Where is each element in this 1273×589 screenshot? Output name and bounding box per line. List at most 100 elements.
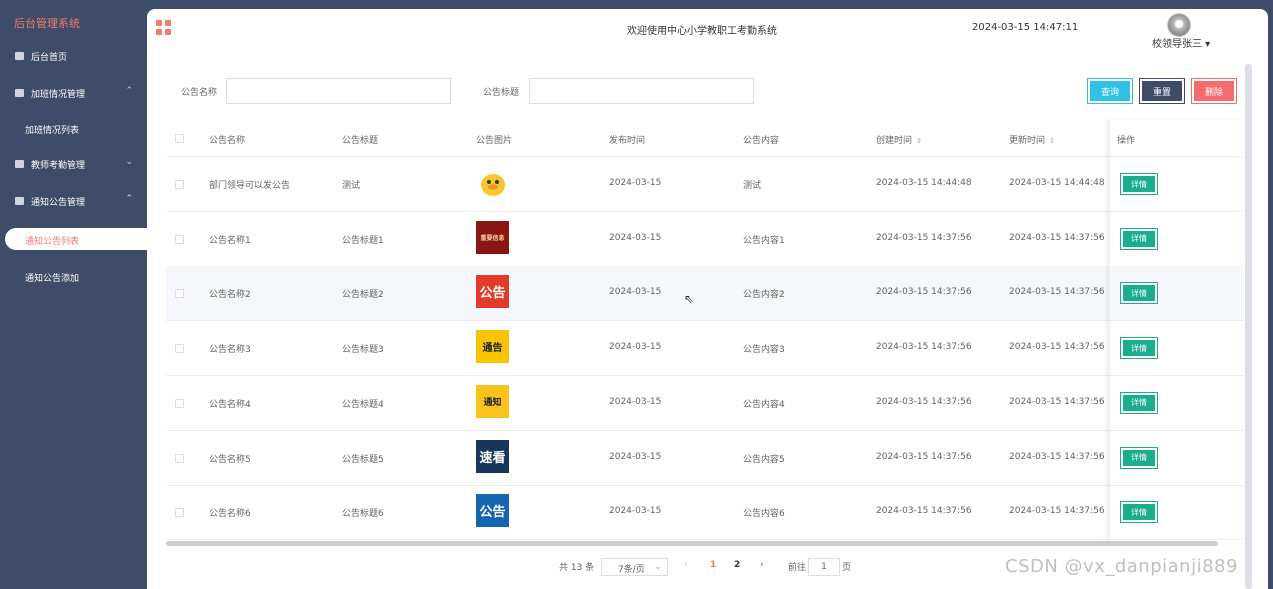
user-name: 校领导张三 (1152, 39, 1202, 50)
menu-item-overtime[interactable]: 加班情况管理 ⌃ (0, 83, 147, 103)
prev-page-icon[interactable]: ‹ (684, 560, 688, 570)
notice-thumbnail: 通告 (476, 330, 509, 364)
notice-thumbnail: 通知 (476, 384, 509, 418)
notice-thumbnail: 重要信息 (476, 220, 509, 254)
cell-title: 公告标题3 (342, 345, 384, 356)
cell-name: 公告名称1 (209, 235, 251, 246)
page-1[interactable]: 1 (710, 560, 716, 570)
reset-button[interactable]: 重置 (1139, 78, 1185, 104)
col-header-label: 更新时间 (1009, 136, 1046, 146)
notice-thumbnail: 速看 (476, 439, 509, 473)
sort-icon[interactable]: ⇳ (1049, 137, 1055, 145)
col-header-created[interactable]: 创建时间 ⇳ (876, 133, 922, 146)
caret-down-icon: ▾ (1202, 39, 1211, 50)
cell-content: 公告内容4 (743, 399, 785, 410)
menu-item-home[interactable]: 后台首页 (0, 46, 147, 66)
table-row: 公告名称1 公告标题1 2024-03-15 公告内容1 2024-03-15 14:3… (166, 212, 1244, 267)
thumbnail-text: 公告 (479, 286, 506, 302)
row-checkbox[interactable] (175, 234, 184, 244)
notice-thumbnail (476, 166, 509, 199)
cell-content: 测试 (743, 181, 762, 191)
watermark: CSDN @vx_danpianji889 (1005, 556, 1238, 577)
cell-created: 2024-03-15 14:44:48 (876, 178, 972, 188)
cell-title: 测试 (342, 181, 361, 191)
col-header-publish-time: 发布时间 (609, 136, 646, 146)
cell-updated: 2024-03-15 14:37:56 (1009, 287, 1105, 298)
row-checkbox[interactable] (175, 508, 184, 518)
actions-column-fixed (1109, 120, 1244, 543)
col-header-name: 公告名称 (209, 136, 246, 146)
checkbox-icon (15, 89, 24, 97)
cell-updated: 2024-03-15 14:44:48 (1009, 178, 1105, 188)
monitor-icon (15, 52, 24, 60)
page-size-select[interactable]: 7条/页 ⌄ (601, 558, 668, 576)
vertical-scrollbar[interactable] (1245, 64, 1252, 589)
table-row: 公告名称2 公告标题2 2024-03-15 公告内容2 2024-03-15 14:3… (166, 266, 1244, 322)
table-header: 公告名称 公告标题 公告图片 发布时间 公告内容 创建时间 ⇳ 更新时间 ⇳ 操作 (166, 120, 1244, 157)
filter-name-label: 公告名称 (181, 88, 218, 98)
notice-thumbnail: 公告 (476, 494, 509, 528)
chevron-down-icon: ⌄ (654, 562, 662, 572)
query-button[interactable]: 查询 (1087, 78, 1133, 104)
brand-title: 后台管理系统 (14, 17, 80, 30)
cell-content: 公告内容6 (743, 509, 785, 520)
submenu-overtime-list[interactable]: 加班情况列表 (25, 123, 79, 136)
filter-title-input[interactable] (529, 78, 754, 104)
cell-created: 2024-03-15 14:37:56 (876, 451, 972, 462)
row-checkbox[interactable] (175, 289, 184, 299)
cell-publish-time: 2024-03-15 (609, 232, 662, 243)
cell-created: 2024-03-15 14:37:56 (876, 287, 972, 298)
table-row: 公告名称6 公告标题6 2024-03-15 公告内容6 2024-03-15 14:3… (166, 485, 1244, 541)
cell-content: 公告内容3 (743, 345, 785, 356)
row-checkbox[interactable] (175, 398, 184, 408)
pagination-total: 共 13 条 (559, 563, 595, 573)
menu-item-label: 后台首页 (31, 52, 68, 63)
goto-page-input[interactable]: 1 (808, 558, 840, 576)
page-2[interactable]: 2 (734, 560, 740, 570)
submenu-notice-add[interactable]: 通知公告添加 (25, 271, 79, 284)
table-row: 公告名称3 公告标题3 2024-03-15 公告内容3 2024-03-15 14:3… (166, 321, 1244, 377)
thumbnail-text: 通知 (483, 397, 502, 408)
col-header-title: 公告标题 (342, 136, 379, 146)
cell-updated: 2024-03-15 14:37:56 (1009, 506, 1105, 517)
cell-name: 公告名称6 (209, 509, 251, 520)
select-all-checkbox[interactable] (175, 134, 184, 143)
goto-suffix: 页 (842, 563, 852, 573)
submenu-notice-list[interactable]: 通知公告列表 (25, 234, 79, 247)
checkbox-icon (15, 197, 24, 205)
filter-name-input[interactable] (226, 78, 451, 104)
goto-prefix: 前往 (788, 563, 807, 573)
sort-icon[interactable]: ⇳ (916, 137, 922, 145)
menu-item-label: 教师考勤管理 (31, 160, 86, 171)
next-page-icon[interactable]: › (760, 560, 764, 570)
horizontal-scrollbar[interactable] (166, 541, 1218, 546)
cell-title: 公告标题5 (342, 454, 384, 465)
cell-updated: 2024-03-15 14:37:56 (1009, 451, 1105, 462)
cell-publish-time: 2024-03-15 (609, 342, 662, 353)
menu-item-attendance[interactable]: 教师考勤管理 ⌄ (0, 154, 147, 174)
user-menu[interactable]: 校领导张三 ▾ (1152, 35, 1210, 50)
menu-item-notice[interactable]: 通知公告管理 ⌃ (0, 191, 147, 211)
notice-table: 公告名称 公告标题 公告图片 发布时间 公告内容 创建时间 ⇳ 更新时间 ⇳ 操作 … (166, 120, 1244, 543)
row-checkbox[interactable] (175, 180, 184, 189)
filter-title-label: 公告标题 (483, 88, 520, 98)
chevron-up-icon: ⌃ (125, 86, 133, 96)
cell-name: 公告名称5 (209, 454, 251, 465)
sidebar: 后台管理系统 后台首页 加班情况管理 ⌃ 加班情况列表 教师考勤管理 ⌄ 通知公… (0, 0, 147, 589)
avatar[interactable] (1167, 13, 1191, 37)
main-panel: 欢迎使用中心小学教职工考勤系统 2024-03-15 14:47:11 校领导张… (147, 9, 1268, 589)
cell-name: 公告名称2 (209, 290, 251, 301)
menu-item-label: 加班情况管理 (31, 89, 86, 100)
grid-menu-icon[interactable] (156, 20, 171, 35)
cell-content: 公告内容2 (743, 290, 785, 301)
checkbox-icon (15, 160, 24, 168)
chevron-up-icon: ⌃ (125, 194, 133, 204)
thumbnail-text: 重要信息 (480, 234, 505, 242)
table-row: 部门领导可以发公告 测试 2024-03-15 测试 2024-03-15 14:44:… (166, 157, 1244, 212)
row-checkbox[interactable] (175, 453, 184, 463)
cell-created: 2024-03-15 14:37:56 (876, 342, 972, 353)
delete-button[interactable]: 删除 (1191, 78, 1237, 104)
col-header-updated[interactable]: 更新时间 ⇳ (1009, 133, 1055, 146)
header-datetime: 2024-03-15 14:47:11 (972, 22, 1079, 33)
row-checkbox[interactable] (175, 344, 184, 354)
